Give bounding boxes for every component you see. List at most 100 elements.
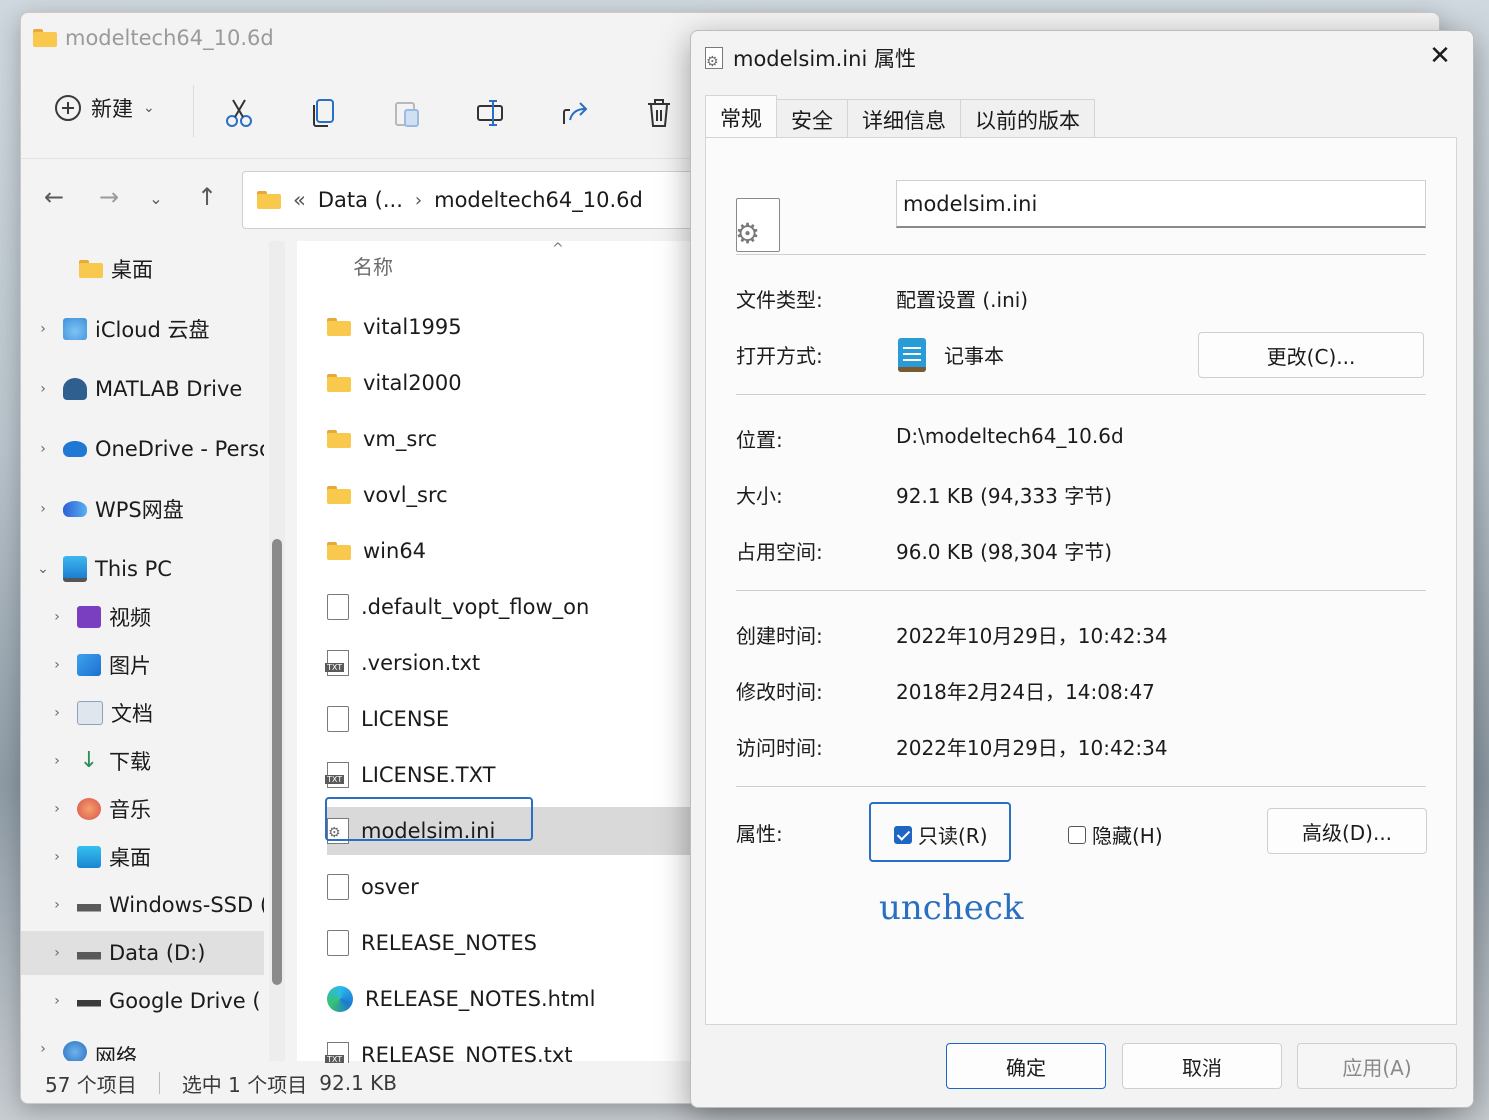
selection-highlight: [325, 797, 533, 841]
drive-icon: [77, 990, 101, 1012]
chevron-right-icon[interactable]: ›: [35, 1041, 51, 1057]
sidebar-item-desktop-pinned[interactable]: 桌面: [21, 247, 264, 291]
sidebar-item-network[interactable]: › 网络: [21, 1041, 264, 1061]
change-button[interactable]: 更改(C)...: [1198, 332, 1424, 378]
apply-button[interactable]: 应用(A): [1297, 1043, 1457, 1089]
ini-file-icon: [705, 47, 723, 70]
ini-file-icon: [735, 198, 780, 252]
general-tab-panel: modelsim.ini 文件类型: 配置设置 (.ini) 打开方式: 记事本…: [705, 137, 1457, 1025]
uncheck-annotation: uncheck: [879, 888, 1024, 928]
chevron-down-icon[interactable]: ⌄: [35, 561, 51, 577]
sidebar-item-label: 音乐: [109, 798, 151, 822]
folder-icon: [79, 260, 103, 278]
checkbox-unchecked-icon[interactable]: [1068, 825, 1086, 844]
sidebar-item-icloud[interactable]: › iCloud 云盘: [21, 307, 264, 351]
sidebar-item-videos[interactable]: › 视频: [21, 595, 264, 639]
file-name: RELEASE_NOTES: [361, 931, 537, 955]
recent-locations-chevron-icon[interactable]: ⌄: [141, 189, 171, 208]
delete-icon[interactable]: [639, 93, 679, 133]
folder-icon: [327, 430, 351, 448]
chevron-right-icon[interactable]: ›: [49, 849, 65, 865]
advanced-button[interactable]: 高级(D)...: [1267, 808, 1427, 854]
dialog-tabs: 常规 安全 详细信息 以前的版本: [705, 95, 1095, 139]
sidebar-item-pictures[interactable]: › 图片: [21, 643, 264, 687]
file-name: vital1995: [363, 315, 462, 339]
matlab-drive-icon: [63, 378, 87, 400]
size-label: 大小:: [736, 484, 783, 508]
checkbox-checked-icon[interactable]: [894, 825, 912, 844]
tab-security[interactable]: 安全: [776, 99, 848, 139]
share-icon[interactable]: [555, 93, 595, 133]
sidebar-item-google-drive[interactable]: › Google Drive (: [21, 979, 264, 1023]
chevron-right-icon[interactable]: ›: [35, 381, 51, 397]
sidebar-item-label: WPS网盘: [95, 498, 184, 522]
chevron-right-icon[interactable]: ›: [35, 321, 51, 337]
chevron-right-icon[interactable]: ›: [49, 801, 65, 817]
tab-general[interactable]: 常规: [705, 95, 777, 139]
readonly-checkbox[interactable]: 只读(R): [894, 820, 988, 849]
sidebar-item-desktop[interactable]: › 桌面: [21, 835, 264, 879]
chevron-right-icon[interactable]: ›: [49, 945, 65, 961]
chevron-right-icon[interactable]: ›: [49, 609, 65, 625]
chevron-right-icon[interactable]: ›: [35, 441, 51, 457]
wps-cloud-icon: [63, 501, 87, 517]
folder-icon: [327, 486, 351, 504]
sidebar-item-downloads[interactable]: › ↓ 下载: [21, 739, 264, 783]
chevron-right-icon[interactable]: ›: [49, 753, 65, 769]
tab-previous-versions[interactable]: 以前的版本: [960, 99, 1095, 139]
sidebar-item-this-pc[interactable]: ⌄ This PC: [21, 547, 264, 591]
onedrive-icon: [63, 441, 87, 457]
rename-icon[interactable]: [471, 93, 511, 133]
address-bar[interactable]: « Data (... › modeltech64_10.6d: [242, 171, 722, 229]
close-icon[interactable]: ✕: [1425, 41, 1455, 71]
accessed-label: 访问时间:: [736, 736, 823, 760]
chevron-right-icon[interactable]: ›: [49, 657, 65, 673]
sidebar-item-label: 视频: [109, 606, 151, 630]
back-arrow-icon[interactable]: ←: [39, 183, 69, 211]
sidebar-item-windows-ssd[interactable]: › Windows-SSD (: [21, 883, 264, 927]
tab-details[interactable]: 详细信息: [847, 99, 961, 139]
drive-icon: [77, 894, 101, 916]
column-header-name[interactable]: 名称: [353, 251, 393, 280]
selection-count: 选中 1 个项目: [181, 1072, 308, 1097]
filename-input[interactable]: modelsim.ini: [896, 180, 1426, 228]
file-name: vovl_src: [363, 483, 448, 507]
chevron-right-icon[interactable]: ›: [35, 501, 51, 517]
sidebar-item-matlab-drive[interactable]: › MATLAB Drive: [21, 367, 264, 411]
copy-icon[interactable]: [303, 93, 343, 133]
file-name: vm_src: [363, 427, 438, 451]
icloud-icon: [63, 318, 87, 340]
plus-icon: [55, 95, 81, 121]
breadcrumb-item[interactable]: Data (...: [318, 188, 403, 212]
file-name: LICENSE.TXT: [361, 763, 496, 787]
sidebar-item-documents[interactable]: › 文档: [21, 691, 264, 735]
file-type-label: 文件类型:: [736, 288, 823, 312]
chevron-right-icon[interactable]: ›: [49, 897, 65, 913]
new-button[interactable]: 新建 ⌄: [55, 93, 155, 123]
sidebar-item-music[interactable]: › 音乐: [21, 787, 264, 831]
chevron-right-icon[interactable]: ›: [49, 993, 65, 1009]
breadcrumb-overflow[interactable]: «: [293, 188, 306, 212]
breadcrumb-item[interactable]: modeltech64_10.6d: [434, 188, 643, 212]
sidebar-item-onedrive[interactable]: › OneDrive - Perso: [21, 427, 264, 471]
file-icon: [327, 930, 349, 956]
cancel-button[interactable]: 取消: [1122, 1043, 1282, 1089]
hidden-checkbox[interactable]: 隐藏(H): [1068, 820, 1163, 849]
chevron-down-icon: ⌄: [143, 100, 155, 116]
accessed-value: 2022年10月29日，10:42:34: [896, 736, 1168, 760]
sidebar-scrollbar-thumb[interactable]: [272, 539, 282, 985]
sidebar-item-data-drive[interactable]: › Data (D:): [21, 931, 264, 975]
forward-arrow-icon[interactable]: →: [94, 183, 124, 211]
sidebar-item-label: 桌面: [109, 846, 151, 870]
ok-button[interactable]: 确定: [946, 1043, 1106, 1089]
up-arrow-icon[interactable]: ↑: [192, 183, 222, 211]
sidebar-item-wps-cloud[interactable]: › WPS网盘: [21, 487, 264, 531]
downloads-icon: ↓: [79, 748, 99, 773]
properties-dialog: modelsim.ini 属性 ✕ 常规 安全 详细信息 以前的版本 model…: [690, 30, 1474, 1108]
disk-size-value: 96.0 KB (98,304 字节): [896, 540, 1113, 564]
new-label: 新建: [91, 97, 133, 121]
file-type-value: 配置设置 (.ini): [896, 288, 1029, 312]
paste-icon[interactable]: [387, 93, 427, 133]
chevron-right-icon[interactable]: ›: [49, 705, 65, 721]
cut-icon[interactable]: [219, 93, 259, 133]
